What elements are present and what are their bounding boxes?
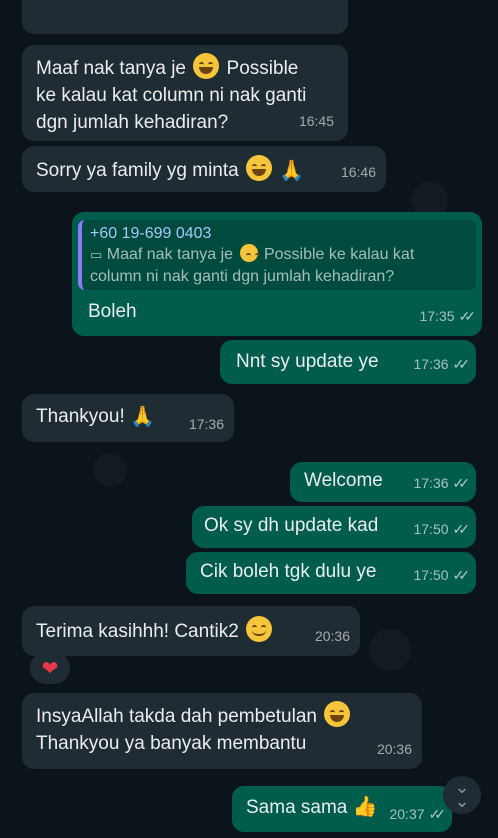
message-bubble-incoming[interactable]: Terima kasihhh! Cantik2 20:36 [22, 606, 360, 656]
message-time: 16:46 [340, 164, 376, 180]
quoted-text-part1: Maaf nak tanya je [106, 246, 234, 263]
grinning-sweat-emoji-icon [239, 244, 260, 262]
message-bubble-outgoing[interactable]: Cik boleh tgk dulu ye 17:50 ✓✓ [186, 552, 476, 594]
message-text: Boleh [88, 301, 137, 322]
folded-hands-emoji-icon: 🙏 [279, 160, 305, 182]
grinning-sweat-emoji-icon [324, 701, 351, 727]
message-time-value: 17:36 [413, 475, 449, 491]
double-check-icon: ✓✓ [452, 521, 471, 537]
message-text-continued: Thankyou ya banyak membantu [36, 733, 307, 754]
message-text: Sama sama [246, 797, 348, 818]
message-time: 20:36 [376, 741, 412, 757]
reaction-badge[interactable]: ❤ [30, 652, 70, 684]
message-bubble-incoming[interactable]: Sorry ya family yg minta 🙏 16:46 [22, 146, 386, 192]
message-bubble-outgoing[interactable]: Sama sama 👍 20:37 ✓✓ [232, 786, 452, 832]
message-time: 20:37 ✓✓ [389, 801, 447, 828]
message-time: 17:50 ✓✓ [413, 516, 471, 543]
scroll-to-bottom-button[interactable]: ⌄ ⌄ [443, 776, 481, 814]
message-text: Maaf nak tanya je [36, 58, 186, 79]
message-text: Terima kasihhh! Cantik2 [36, 621, 239, 642]
message-bubble-outgoing[interactable]: Welcome 17:36 ✓✓ [290, 462, 476, 502]
message-bubble-outgoing[interactable]: Nnt sy update ye 17:36 ✓✓ [220, 340, 476, 384]
message-bubble-partial[interactable] [22, 0, 348, 34]
message-bubble-incoming[interactable]: Thankyou! 🙏 17:36 [22, 394, 234, 442]
message-time: 20:36 [314, 628, 350, 644]
message-text: Nnt sy update ye [236, 351, 379, 372]
quoted-sender: +60 19-699 0403 [90, 225, 212, 242]
message-bubble-outgoing[interactable]: Ok sy dh update kad 17:50 ✓✓ [192, 506, 476, 548]
double-check-icon: ✓✓ [452, 475, 471, 491]
message-time-value: 17:50 [413, 521, 449, 537]
grinning-sweat-emoji-icon [193, 53, 220, 79]
smiling-emoji-icon [246, 155, 273, 181]
message-text: Welcome [304, 470, 383, 491]
message-time: 17:50 ✓✓ [413, 562, 471, 589]
double-check-icon: ✓✓ [458, 308, 477, 324]
thumbs-up-emoji-icon: 👍 [352, 794, 378, 818]
message-text: Ok sy dh update kad [204, 515, 379, 536]
message-text: Cik boleh tgk dulu ye [200, 561, 377, 582]
smiling-blush-emoji-icon [246, 616, 273, 642]
message-time: 16:45 [298, 113, 334, 129]
message-time-value: 17:35 [419, 308, 455, 324]
quoted-text: ▭ Maaf nak tanya je Possible ke kalau ka… [90, 244, 468, 287]
message-time-value: 17:36 [413, 356, 449, 372]
message-time: 17:36 [188, 416, 224, 432]
message-text: Sorry ya family yg minta [36, 160, 239, 181]
message-time: 17:35 ✓✓ [419, 303, 477, 330]
message-bubble-outgoing-reply[interactable]: +60 19-699 0403 ▭ Maaf nak tanya je Poss… [72, 212, 482, 336]
double-check-icon: ✓✓ [452, 567, 471, 583]
message-time: 17:36 ✓✓ [413, 470, 471, 497]
message-bubble-incoming[interactable]: Maaf nak tanya je Possible ke kalau kat … [22, 45, 348, 141]
folded-hands-emoji-icon: 🙏 [130, 406, 155, 428]
quoted-message[interactable]: +60 19-699 0403 ▭ Maaf nak tanya je Poss… [78, 220, 476, 290]
message-time: 17:36 ✓✓ [413, 351, 471, 378]
image-icon: ▭ [90, 248, 103, 263]
message-text: InsyaAllah takda dah pembetulan [36, 706, 317, 727]
double-check-icon: ✓✓ [452, 356, 471, 372]
message-time-value: 17:50 [413, 567, 449, 583]
heart-icon: ❤ [41, 656, 59, 680]
message-time-value: 20:37 [389, 806, 425, 822]
double-chevron-down-icon: ⌄ ⌄ [454, 777, 470, 812]
double-check-icon: ✓✓ [428, 806, 447, 822]
message-bubble-incoming[interactable]: InsyaAllah takda dah pembetulan Thankyou… [22, 693, 422, 769]
message-text: Thankyou! [36, 406, 125, 427]
